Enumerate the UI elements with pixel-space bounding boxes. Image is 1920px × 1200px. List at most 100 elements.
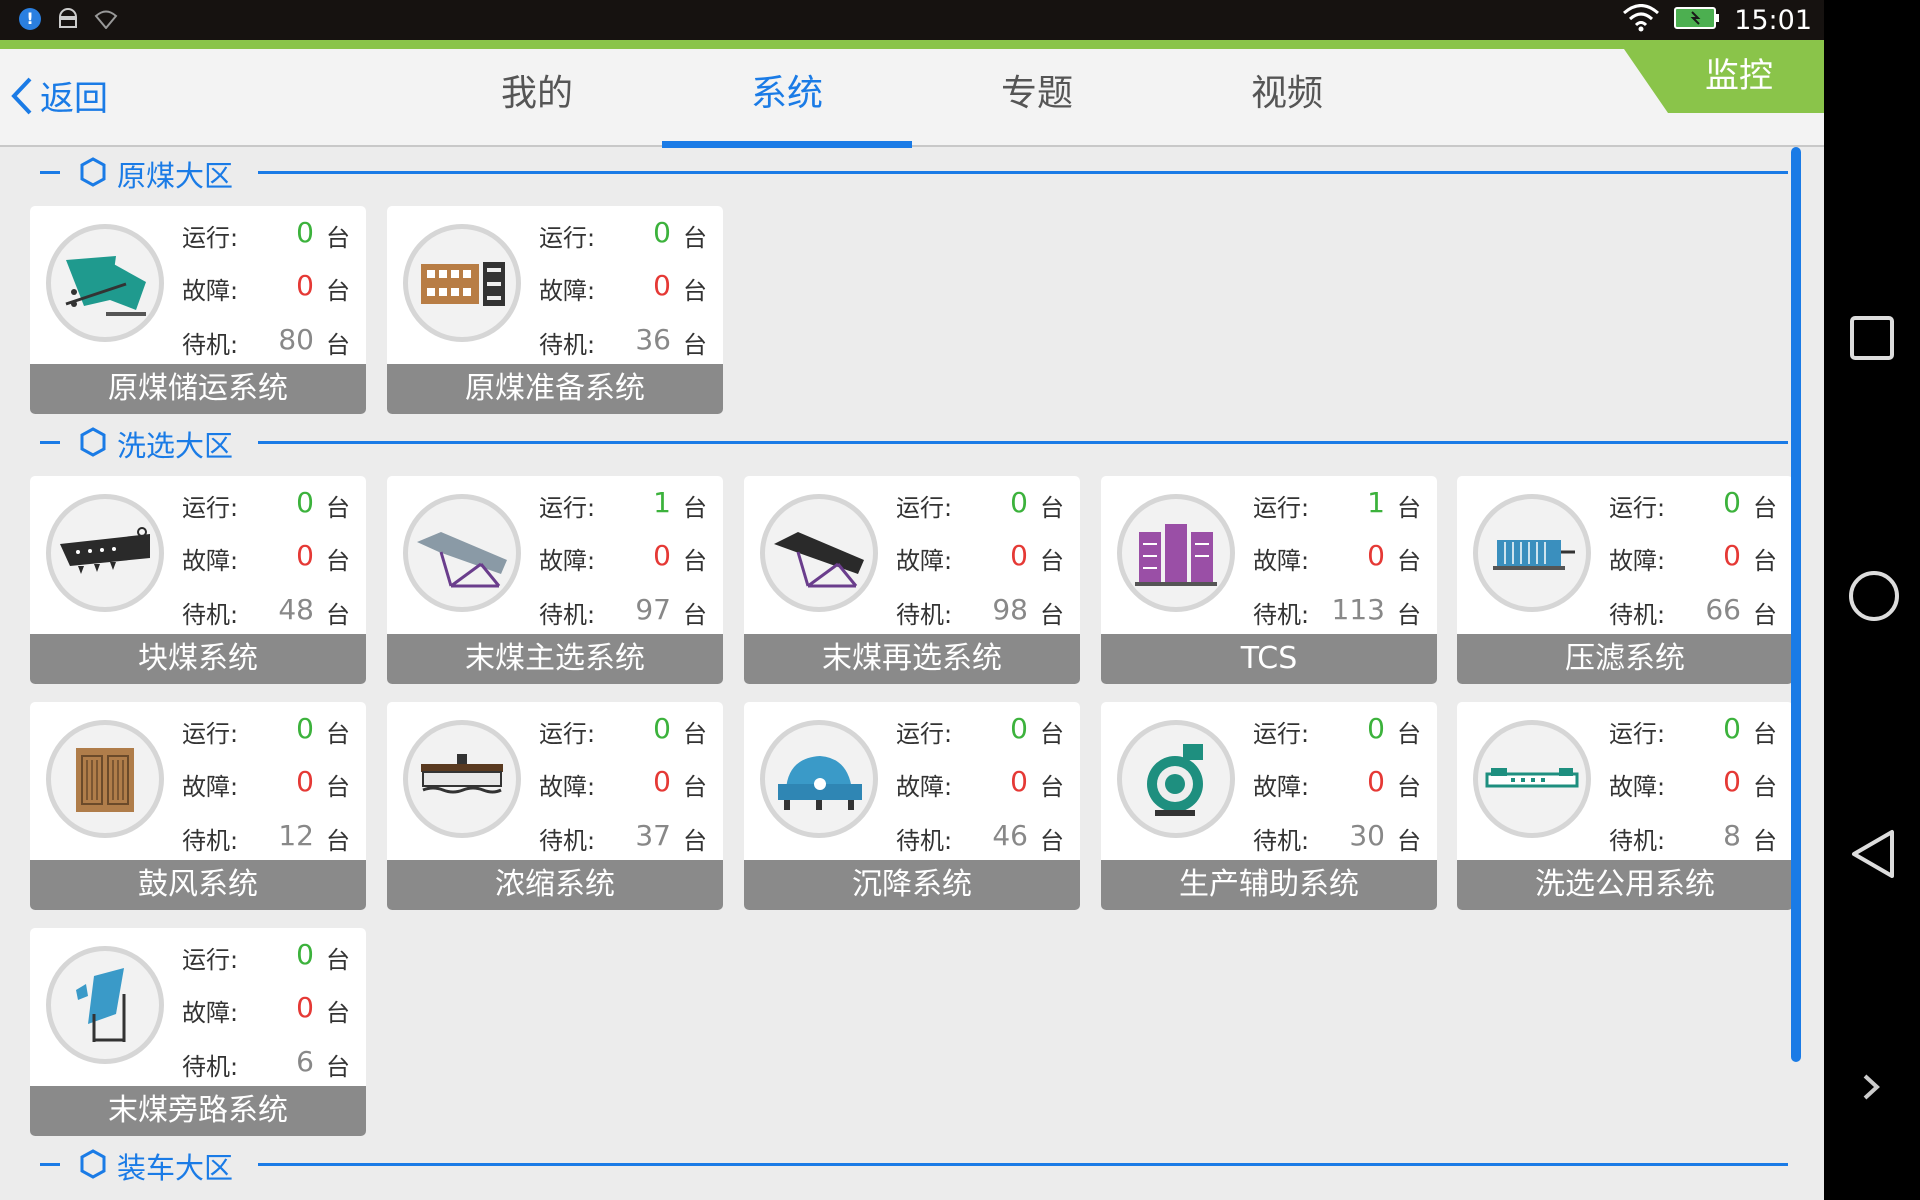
back-button[interactable]: 返回 — [10, 71, 108, 120]
back-label: 返回 — [40, 79, 108, 119]
system-card[interactable]: 运行: 1 台 故障: 0 台 待机: 113 台 TCS — [1101, 476, 1437, 684]
standby-count: 80 — [278, 323, 314, 356]
running-count: 0 — [1367, 712, 1385, 745]
section-title: 洗选大区 — [117, 429, 234, 463]
fault-label: 故障: — [539, 547, 596, 575]
system-card[interactable]: 运行: 0 台 故障: 0 台 待机: 48 台 块煤系统 — [30, 476, 366, 684]
scrollbar[interactable] — [1791, 147, 1801, 1062]
unit-label: 台 — [1753, 547, 1777, 575]
running-label: 运行: — [896, 720, 953, 748]
running-label: 运行: — [1253, 720, 1310, 748]
tab-video[interactable]: 视频 — [1162, 49, 1412, 145]
system-card[interactable]: 运行: 0 台 故障: 0 台 待机: 37 台 浓缩系统 — [387, 702, 723, 910]
running-count: 0 — [653, 712, 671, 745]
tab-topic[interactable]: 专题 — [912, 49, 1162, 145]
fault-label: 故障: — [1609, 547, 1666, 575]
standby-count: 30 — [1349, 819, 1385, 852]
standby-count: 98 — [992, 593, 1028, 626]
fault-count: 0 — [653, 269, 671, 302]
standby-label: 待机: — [539, 601, 596, 629]
running-count: 1 — [1367, 486, 1385, 519]
unit-label: 台 — [1040, 827, 1064, 855]
system-card[interactable]: 运行: 0 台 故障: 0 台 待机: 66 台 压滤系统 — [1457, 476, 1793, 684]
unit-label: 台 — [1397, 827, 1421, 855]
fault-count: 0 — [1723, 765, 1741, 798]
sieve-bend-icon — [46, 946, 164, 1064]
tab-mine[interactable]: 我的 — [412, 49, 662, 145]
unit-label: 台 — [326, 494, 350, 522]
unit-label: 台 — [683, 720, 707, 748]
system-card[interactable]: 运行: 0 台 故障: 0 台 待机: 30 台 生产辅助系统 — [1101, 702, 1437, 910]
system-card[interactable]: 运行: 0 台 故障: 0 台 待机: 36 台 原煤准备系统 — [387, 206, 723, 414]
system-card[interactable]: 运行: 0 台 故障: 0 台 待机: 12 台 鼓风系统 — [30, 702, 366, 910]
card-title: 生产辅助系统 — [1101, 860, 1437, 910]
card-title: 沉降系统 — [744, 860, 1080, 910]
section-header-washing[interactable]: 洗选大区 — [0, 421, 1790, 463]
accent-stripe — [0, 40, 1824, 49]
clock: 15:01 — [1734, 4, 1812, 36]
monitor-button[interactable]: 监控 — [1624, 49, 1824, 113]
standby-count: 36 — [635, 323, 671, 356]
unit-label: 台 — [1753, 827, 1777, 855]
unit-label: 台 — [1397, 601, 1421, 629]
divider — [258, 1163, 1788, 1166]
card-title: 压滤系统 — [1457, 634, 1793, 684]
running-count: 0 — [296, 712, 314, 745]
unit-label: 台 — [326, 277, 350, 305]
standby-label: 待机: — [539, 331, 596, 359]
android-icon — [56, 7, 80, 31]
cyclone-dark-icon — [760, 494, 878, 612]
recent-apps-icon[interactable] — [1848, 314, 1896, 362]
standby-label: 待机: — [182, 601, 239, 629]
standby-label: 待机: — [896, 827, 953, 855]
standby-count: 113 — [1331, 593, 1385, 626]
tab-system[interactable]: 系统 — [662, 49, 912, 148]
standby-label: 待机: — [896, 601, 953, 629]
unit-label: 台 — [326, 331, 350, 359]
fault-label: 故障: — [182, 773, 239, 801]
system-card[interactable]: 运行: 0 台 故障: 0 台 待机: 6 台 末煤旁路系统 — [30, 928, 366, 1136]
running-count: 0 — [1010, 712, 1028, 745]
fault-count: 0 — [296, 991, 314, 1024]
running-count: 0 — [1723, 486, 1741, 519]
card-title: 块煤系统 — [30, 634, 366, 684]
fault-label: 故障: — [1253, 773, 1310, 801]
system-card[interactable]: 运行: 0 台 故障: 0 台 待机: 80 台 原煤储运系统 — [30, 206, 366, 414]
fault-count: 0 — [1010, 765, 1028, 798]
jig-icon — [46, 494, 164, 612]
card-title: 浓缩系统 — [387, 860, 723, 910]
unit-label: 台 — [683, 547, 707, 575]
unit-label: 台 — [683, 494, 707, 522]
section-header-loading[interactable]: 装车大区 — [0, 1143, 1790, 1185]
fault-count: 0 — [296, 765, 314, 798]
utility-rack-icon — [1473, 720, 1591, 838]
app-header: 返回 我的 系统 专题 视频 监控 — [0, 49, 1824, 148]
system-card[interactable]: 运行: 0 台 故障: 0 台 待机: 98 台 末煤再选系统 — [744, 476, 1080, 684]
blower-cabinet-icon — [46, 720, 164, 838]
wifi-question-icon — [94, 7, 118, 31]
card-title: 洗选公用系统 — [1457, 860, 1793, 910]
unit-label: 台 — [683, 601, 707, 629]
home-icon[interactable] — [1848, 570, 1900, 622]
fault-label: 故障: — [1609, 773, 1666, 801]
section-header-raw-coal[interactable]: 原煤大区 — [0, 151, 1790, 193]
system-card[interactable]: 运行: 0 台 故障: 0 台 待机: 46 台 沉降系统 — [744, 702, 1080, 910]
chevron-left-icon — [11, 77, 32, 114]
collapse-icon — [40, 171, 60, 174]
unit-label: 台 — [683, 331, 707, 359]
standby-count: 37 — [635, 819, 671, 852]
battery-icon — [1674, 6, 1720, 34]
unit-label: 台 — [326, 773, 350, 801]
tcs-machine-icon — [1117, 494, 1235, 612]
system-card[interactable]: 运行: 1 台 故障: 0 台 待机: 97 台 末煤主选系统 — [387, 476, 723, 684]
fault-count: 0 — [296, 539, 314, 572]
standby-label: 待机: — [182, 827, 239, 855]
status-icons-left: ! — [18, 7, 118, 31]
unit-label: 台 — [1040, 547, 1064, 575]
system-card[interactable]: 运行: 0 台 故障: 0 台 待机: 8 台 洗选公用系统 — [1457, 702, 1793, 910]
standby-label: 待机: — [539, 827, 596, 855]
unit-label: 台 — [326, 601, 350, 629]
chevron-right-icon[interactable] — [1860, 1072, 1884, 1102]
back-nav-icon[interactable] — [1848, 828, 1896, 880]
divider — [258, 441, 1788, 444]
